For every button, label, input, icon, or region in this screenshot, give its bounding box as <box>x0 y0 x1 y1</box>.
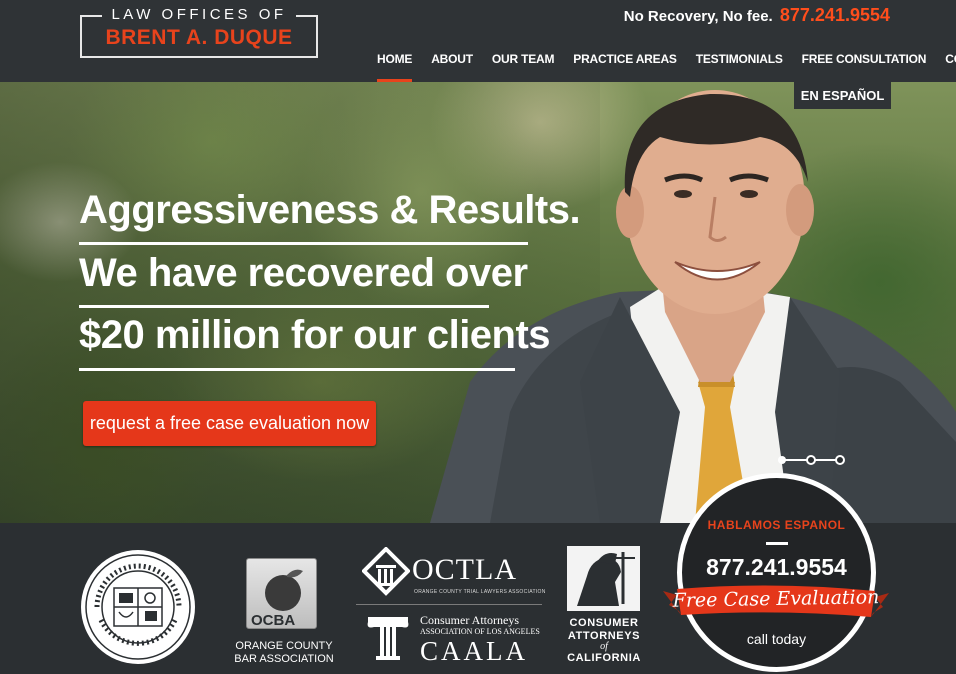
header-phone-link[interactable]: 877.241.9554 <box>780 5 890 25</box>
slider-pagination[interactable] <box>776 454 846 466</box>
headline-divider <box>79 368 515 371</box>
octla-subtitle: ORANGE COUNTY TRIAL LAWYERS ASSOCIATION <box>414 589 546 595</box>
nav-free-consultation[interactable]: FREE CONSULTATION <box>802 52 927 82</box>
ocba-mark: OCBA <box>251 612 295 629</box>
octla-title: OCTLA <box>412 553 517 586</box>
main-nav: HOME ABOUT OUR TEAM PRACTICE AREAS TESTI… <box>377 52 956 82</box>
ocba-logo: OCBA ORANGE COUNTY BAR ASSOCIATION <box>226 558 344 670</box>
language-toggle-button[interactable]: EN ESPAÑOL <box>794 82 891 109</box>
la-county-bar-seal-icon <box>81 550 195 664</box>
nav-practice-areas[interactable]: PRACTICE AREAS <box>573 52 677 82</box>
logo-line-1: LAW OFFICES OF <box>111 6 287 23</box>
slider-dot <box>778 456 786 464</box>
nav-about[interactable]: ABOUT <box>431 52 473 82</box>
cac-line-3: CALIFORNIA <box>567 652 641 664</box>
caala-line-2: ASSOCIATION OF LOS ANGELES <box>420 627 540 636</box>
ribbon-text[interactable]: Free Case Evaluation <box>663 586 889 612</box>
lady-justice-icon <box>567 546 640 611</box>
caala-line-1: Consumer Attorneys <box>420 613 519 627</box>
octla-pillar-icon <box>362 547 410 596</box>
cac-caption: CONSUMER ATTORNEYS of CALIFORNIA <box>563 617 645 665</box>
nav-contact[interactable]: CONTACT <box>945 52 956 82</box>
cac-line-1: CONSUMER <box>569 617 639 629</box>
ocba-caption: ORANGE COUNTY BAR ASSOCIATION <box>234 640 334 665</box>
headline-divider <box>79 242 528 245</box>
cac-of: of <box>600 641 608 652</box>
nav-home[interactable]: HOME <box>377 52 413 82</box>
site-logo[interactable]: LAW OFFICES OF BRENT A. DUQUE <box>80 6 318 58</box>
hero-headline-1: Aggressiveness & Results. <box>79 188 581 232</box>
badge-hablamos: HABLAMOS ESPANOL <box>707 518 846 532</box>
badge-phone[interactable]: 877.241.9554 <box>682 554 871 581</box>
nav-our-team[interactable]: OUR TEAM <box>492 52 555 82</box>
hero-headline-3: $20 million for our clients <box>79 313 551 357</box>
site-header: LAW OFFICES OF BRENT A. DUQUE No Recover… <box>0 0 956 82</box>
header-tagline: No Recovery, No fee. 877.241.9554 <box>624 5 890 26</box>
hero-banner: EN ESPAÑOL Aggressiveness & Results. We … <box>0 82 956 523</box>
slider-dot <box>806 455 816 465</box>
slider-dot <box>835 455 845 465</box>
logo-line-2: BRENT A. DUQUE <box>105 26 293 49</box>
attorney-photo <box>430 90 956 523</box>
hero-headline-2: We have recovered over <box>79 251 528 295</box>
call-today-badge[interactable]: HABLAMOS ESPANOL 877.241.9554 call today <box>677 473 876 672</box>
ocba-orange-icon: OCBA <box>246 558 317 629</box>
badge-call-today: call today <box>746 631 807 647</box>
caala-column-icon <box>367 617 409 660</box>
headline-divider <box>79 305 489 308</box>
nav-testimonials[interactable]: TESTIMONIALS <box>696 52 783 82</box>
caala-title: CAALA <box>420 636 528 666</box>
free-case-evaluation-button[interactable]: request a free case evaluation now <box>83 401 376 446</box>
tagline-text: No Recovery, No fee. <box>623 8 773 25</box>
cac-line-2: ATTORNEYS <box>567 629 641 642</box>
cac-logo: CONSUMER ATTORNEYS of CALIFORNIA <box>567 546 643 672</box>
octla-caala-logos: OCTLA ORANGE COUNTY TRIAL LAWYERS ASSOCI… <box>356 545 548 666</box>
